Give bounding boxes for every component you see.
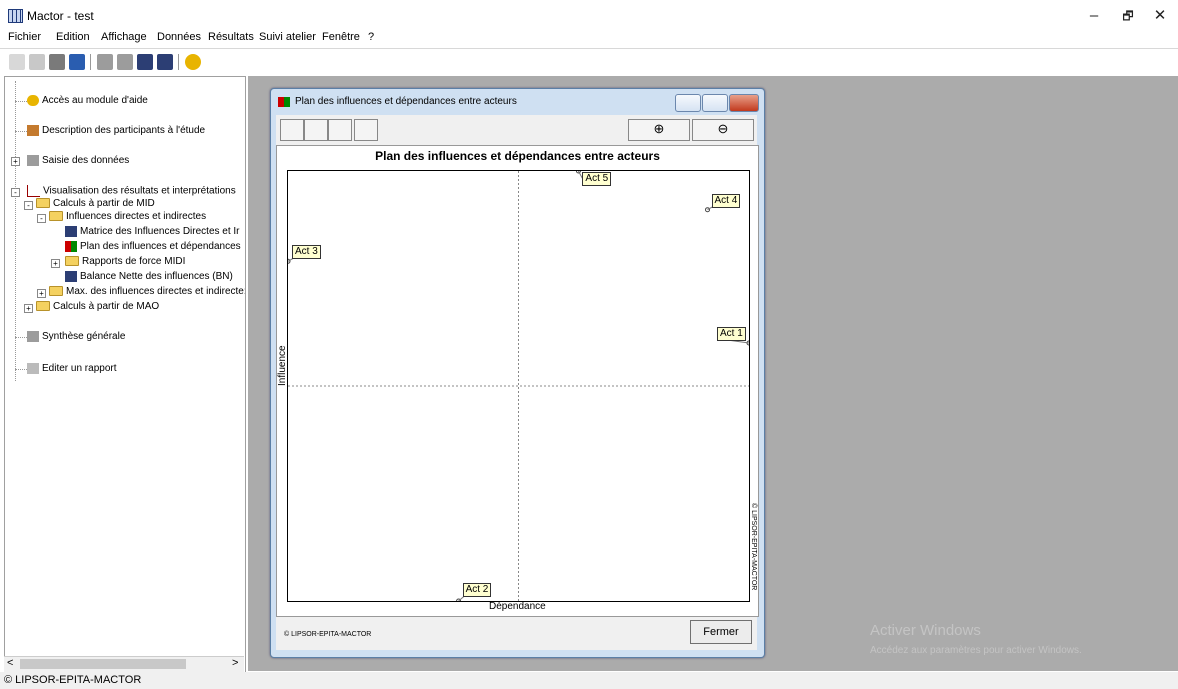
grid-icon-2[interactable] — [157, 54, 173, 70]
expand-toggle[interactable]: + — [11, 157, 20, 166]
tree-item-visualisation[interactable]: Visualisation des résultats et interprét… — [27, 185, 236, 197]
menu-affichage[interactable]: Affichage — [101, 31, 147, 43]
data-icon — [27, 331, 39, 342]
edit-tool-icon[interactable] — [280, 119, 304, 141]
point-label[interactable]: Act 1 — [717, 327, 746, 341]
menu-edition[interactable]: Edition — [56, 31, 90, 43]
folder-icon — [49, 211, 63, 222]
tree-item-influences[interactable]: Influences directes et indirectes — [49, 211, 206, 222]
tree-item-plan[interactable]: Plan des influences et dépendances — [65, 241, 241, 252]
x-axis-label: Dépendance — [489, 601, 546, 612]
plot-area: Act 1 Act 2 Act 3 Act 4 Act 5 — [287, 170, 750, 602]
tree-item-participants[interactable]: Description des participants à l'étude — [27, 125, 205, 136]
menu-suivi-atelier[interactable]: Suivi atelier — [259, 31, 316, 43]
plan-icon — [278, 97, 290, 107]
tree-item-synthesis[interactable]: Synthèse générale — [27, 331, 125, 342]
print-icon[interactable] — [49, 54, 65, 70]
actors-tool-icon[interactable] — [328, 119, 352, 141]
folder-icon — [65, 256, 79, 267]
tree-item-max[interactable]: Max. des influences directes et indirect… — [49, 286, 245, 297]
scroll-right-icon[interactable]: > — [232, 657, 238, 669]
scroll-left-icon[interactable]: < — [7, 657, 13, 669]
menu-fichier[interactable]: Fichier — [8, 31, 41, 43]
point-label[interactable]: Act 3 — [292, 245, 321, 260]
folder-icon — [36, 301, 50, 312]
tree-item-force[interactable]: Rapports de force MIDI — [65, 256, 185, 267]
chart-close-button[interactable] — [729, 94, 759, 112]
open-icon[interactable] — [29, 54, 45, 70]
menu-resultats[interactable]: Résultats — [208, 31, 254, 43]
tree-item-mid[interactable]: Calculs à partir de MID — [36, 198, 155, 209]
tree-item-report[interactable]: Editer un rapport — [27, 363, 117, 374]
tree-item-mao[interactable]: Calculs à partir de MAO — [36, 301, 159, 312]
chart-window: Plan des influences et dépendances entre… — [270, 88, 765, 658]
chart-icon — [27, 185, 40, 197]
plot-svg — [288, 171, 749, 601]
report-icon — [27, 363, 39, 374]
data-icon — [27, 155, 39, 166]
activation-watermark-subtitle: Accédez aux paramètres pour activer Wind… — [870, 645, 1082, 656]
collapse-toggle[interactable]: - — [24, 201, 33, 210]
point-label[interactable]: Act 4 — [711, 193, 741, 208]
people-icon — [27, 125, 39, 136]
close-dialog-button[interactable]: Fermer — [690, 620, 752, 644]
data-icon[interactable] — [97, 54, 113, 70]
menu-bar: Fichier Edition Affichage Données Résult… — [0, 30, 1178, 46]
collapse-toggle[interactable]: - — [37, 214, 46, 223]
expand-toggle[interactable]: + — [24, 304, 33, 313]
toolbar-separator — [178, 54, 179, 70]
chart-panel: Plan des influences et dépendances entre… — [276, 145, 759, 617]
point-label[interactable]: Act 2 — [462, 583, 492, 597]
navigation-tree: Accès au module d'aide Description des p… — [4, 76, 246, 673]
toolbar-separator — [90, 54, 91, 70]
chart-window-body: ⊕ ⊖ Plan des influences et dépendances e… — [276, 115, 759, 650]
help-icon — [27, 95, 39, 106]
status-copyright: © LIPSOR-EPITA-MACTOR — [4, 674, 142, 686]
color-tool-icon[interactable] — [304, 119, 328, 141]
zoom-out-button[interactable]: ⊖ — [692, 119, 754, 141]
menu-donnees[interactable]: Données — [157, 31, 201, 43]
app-icon — [8, 9, 23, 23]
zoom-in-button[interactable]: ⊕ — [628, 119, 690, 141]
expand-toggle[interactable]: + — [51, 259, 60, 268]
chart-title: Plan des influences et dépendances entre… — [375, 149, 660, 163]
status-bar: © LIPSOR-EPITA-MACTOR — [0, 672, 1178, 689]
y-axis-label: Influence — [277, 345, 288, 386]
tree-item-data-entry[interactable]: Saisie des données — [27, 155, 129, 166]
close-button[interactable]: ✕ — [1140, 4, 1178, 28]
help-icon[interactable] — [185, 54, 201, 70]
scroll-thumb[interactable] — [20, 659, 186, 669]
title-bar: Mactor - test – 🗗 ✕ — [0, 0, 1178, 30]
grid-icon — [65, 226, 77, 237]
print-icon[interactable] — [354, 119, 378, 141]
point-label[interactable]: Act 5 — [582, 172, 612, 186]
window-title: Mactor - test — [27, 9, 94, 23]
plan-icon — [65, 241, 77, 252]
collapse-toggle[interactable]: - — [11, 188, 20, 197]
footer-copyright: © LIPSOR-EPITA-MACTOR — [284, 631, 372, 638]
chart-window-title: Plan des influences et dépendances entre… — [295, 96, 517, 107]
horizontal-scrollbar[interactable]: < > — [4, 656, 244, 672]
folder-icon — [49, 286, 63, 297]
side-copyright: © LIPSOR-EPITA-MACTOR — [750, 503, 757, 591]
tree-item-help[interactable]: Accès au module d'aide — [27, 95, 148, 106]
activation-watermark-title: Activer Windows — [870, 622, 981, 639]
menu-fenetre[interactable]: Fenêtre — [322, 31, 360, 43]
new-icon[interactable] — [9, 54, 25, 70]
tree-item-matrix[interactable]: Matrice des Influences Directes et Ir — [65, 226, 240, 237]
folder-icon — [36, 198, 50, 209]
expand-toggle[interactable]: + — [37, 289, 46, 298]
grid-icon — [65, 271, 77, 282]
tree-item-balance[interactable]: Balance Nette des influences (BN) — [65, 271, 233, 282]
toolbar — [0, 48, 1178, 75]
chart-maximize-button[interactable] — [702, 94, 728, 112]
save-icon[interactable] — [69, 54, 85, 70]
data-icon-2[interactable] — [117, 54, 133, 70]
grid-icon[interactable] — [137, 54, 153, 70]
menu-help[interactable]: ? — [368, 31, 374, 43]
chart-minimize-button[interactable] — [675, 94, 701, 112]
